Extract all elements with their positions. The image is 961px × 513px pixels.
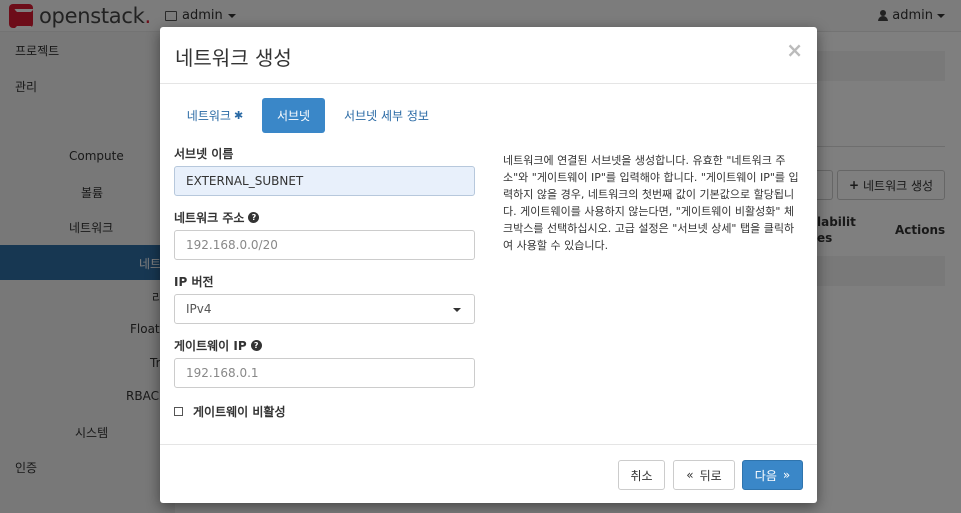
cancel-button-label: 취소 (630, 468, 653, 483)
subnet-help-text: 네트워크에 연결된 서브넷을 생성합니다. 유효한 "네트워크 주소"와 "게이… (503, 154, 799, 252)
ip-version-value: IPv4 (186, 302, 212, 316)
disable-gateway-row[interactable]: 게이트웨이 비활성 (174, 403, 286, 420)
tab-network[interactable]: 네트워크 ✱ (179, 98, 251, 133)
gateway-ip-input[interactable]: 192.168.0.1 (174, 358, 475, 388)
network-address-label: 네트워크 주소 ? (174, 209, 260, 226)
ip-version-label-text: IP 버전 (174, 275, 214, 289)
double-chevron-left-icon: « (686, 468, 694, 482)
tab-subnet-label: 서브넷 (276, 109, 311, 123)
network-address-placeholder: 192.168.0.0/20 (186, 238, 278, 252)
required-icon: ✱ (233, 109, 244, 122)
modal-footer: 취소 « 뒤로 다음 » (160, 444, 817, 503)
ip-version-select[interactable]: IPv4 (174, 294, 475, 324)
next-button[interactable]: 다음 » (742, 460, 803, 490)
tab-subnet-details[interactable]: 서브넷 세부 정보 (335, 98, 438, 133)
subnet-name-label: 서브넷 이름 (174, 145, 233, 162)
back-button-label: 뒤로 (699, 468, 722, 483)
help-icon[interactable]: ? (250, 340, 262, 351)
close-icon[interactable]: × (786, 38, 803, 62)
double-chevron-right-icon: » (782, 468, 791, 482)
network-address-input[interactable]: 192.168.0.0/20 (174, 230, 475, 260)
gateway-ip-label-text: 게이트웨이 IP (174, 339, 247, 353)
disable-gateway-checkbox[interactable] (174, 407, 183, 416)
disable-gateway-label: 게이트웨이 비활성 (193, 405, 286, 419)
gateway-ip-label: 게이트웨이 IP ? (174, 337, 262, 354)
network-address-label-text: 네트워크 주소 (174, 211, 245, 225)
gateway-ip-placeholder: 192.168.0.1 (186, 366, 259, 380)
tab-network-label: 네트워크 (186, 109, 231, 123)
subnet-name-input[interactable]: EXTERNAL_SUBNET (174, 166, 475, 196)
tab-subnet-details-label: 서브넷 세부 정보 (344, 109, 429, 123)
subnet-name-value: EXTERNAL_SUBNET (186, 174, 304, 188)
modal-title: 네트워크 생성 (175, 46, 292, 70)
ip-version-label: IP 버전 (174, 273, 214, 290)
back-button[interactable]: « 뒤로 (673, 460, 735, 490)
modal-header: 네트워크 생성 × (160, 27, 817, 84)
next-button-label: 다음 (754, 468, 777, 483)
tab-subnet[interactable]: 서브넷 (262, 98, 325, 133)
cancel-button[interactable]: 취소 (618, 460, 665, 490)
help-icon[interactable]: ? (248, 212, 260, 223)
create-network-modal: 네트워크 생성 × 네트워크 ✱ 서브넷 서브넷 세부 정보 서브넷 이름 EXT… (160, 27, 817, 503)
subnet-name-label-text: 서브넷 이름 (174, 147, 234, 161)
chevron-down-icon (453, 308, 461, 312)
